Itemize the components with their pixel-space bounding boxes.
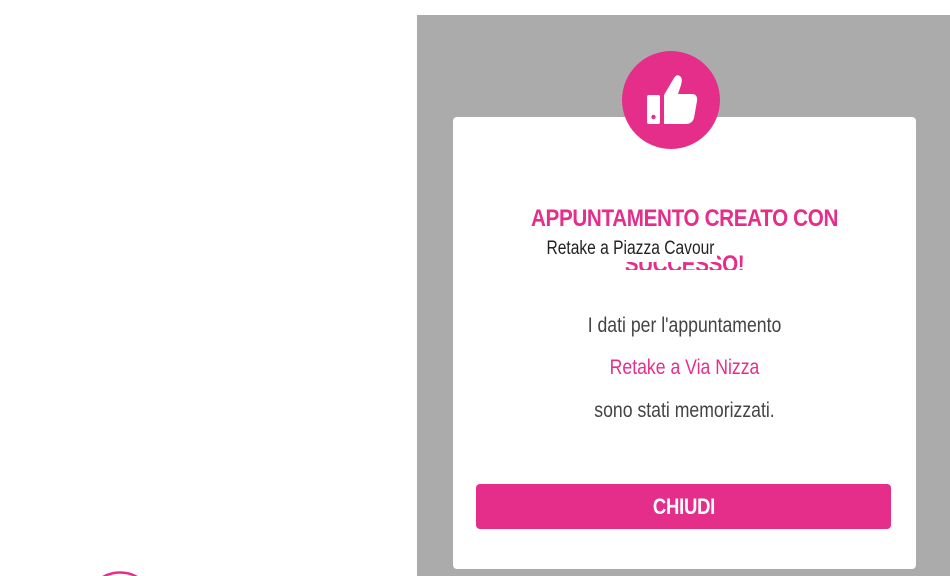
success-badge xyxy=(622,51,720,149)
thumbs-up-icon xyxy=(647,75,698,124)
tooltip: Retake a Piazza Cavour xyxy=(544,236,717,262)
close-button-label: CHIUDI xyxy=(652,493,715,519)
dialog-message-outro: sono stati memorizzati. xyxy=(594,399,775,422)
dialog-title-line1: APPUNTAMENTO CREATO CON xyxy=(530,205,839,232)
page: APPUNTAMENTO CREATO CON SUCCESSO! Retake… xyxy=(0,0,950,576)
appointment-name: Retake a Via Nizza xyxy=(609,356,760,379)
brand-outline-icon xyxy=(102,571,138,576)
dialog-message-intro: I dati per l'appuntamento xyxy=(587,314,782,337)
close-button[interactable]: CHIUDI xyxy=(476,484,891,529)
